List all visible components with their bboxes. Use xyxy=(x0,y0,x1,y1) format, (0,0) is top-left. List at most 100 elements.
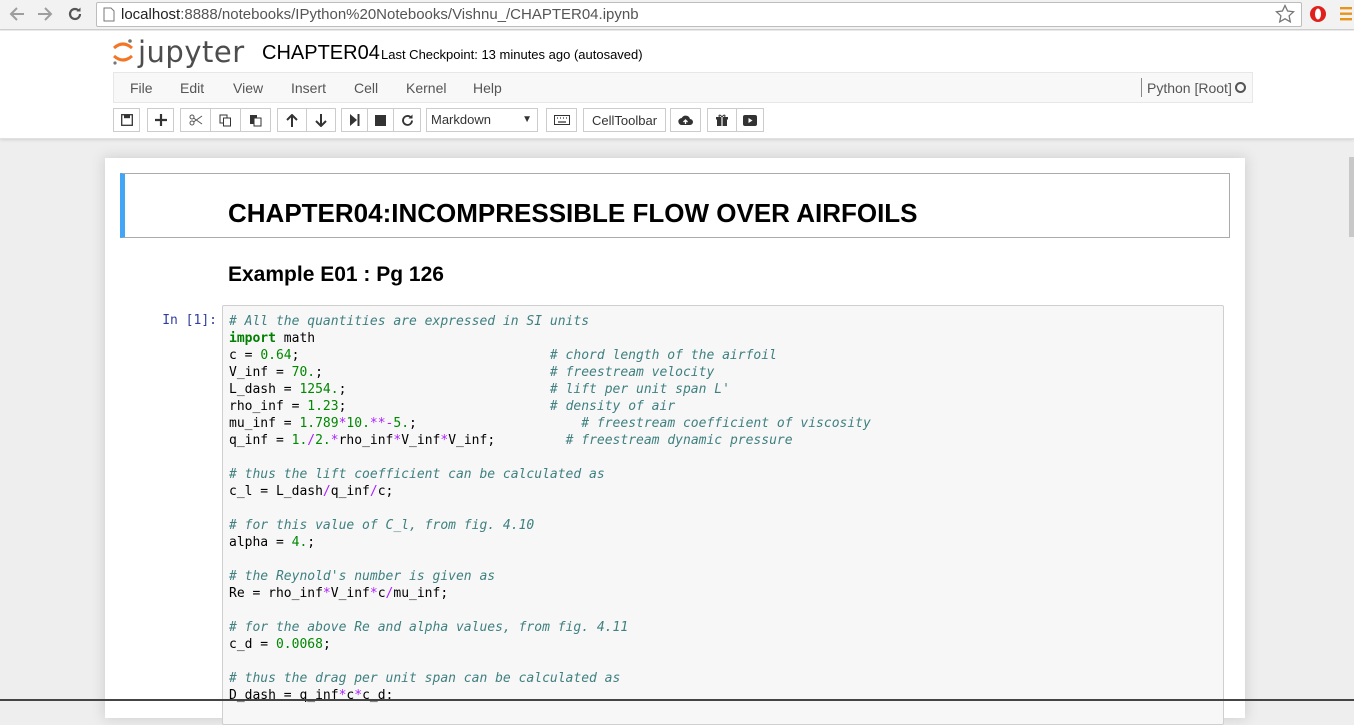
cloud-upload-icon xyxy=(678,115,693,125)
insert-cell-button[interactable] xyxy=(147,108,174,132)
code-token: c_l = L_dash xyxy=(229,484,323,499)
code-token: 0.64 xyxy=(260,348,292,363)
code-token: 1. xyxy=(291,433,308,448)
code-token: # All the quantities are expressed in SI… xyxy=(229,314,590,329)
menu-insert[interactable]: Insert xyxy=(291,80,326,96)
restart-kernel-button[interactable] xyxy=(393,108,421,132)
code-token: ; xyxy=(307,535,316,550)
celltoolbar-button[interactable]: CellToolbar xyxy=(583,108,667,132)
code-token: 0.0068 xyxy=(275,637,323,652)
cell-type-select[interactable]: Markdown ▼ xyxy=(426,108,538,132)
kernel-idle-indicator xyxy=(1235,82,1246,93)
code-token: 5. xyxy=(393,416,410,431)
code-token: * xyxy=(330,433,339,448)
code-token: # freestream coefficient of viscosity xyxy=(581,416,871,431)
code-cell-editor[interactable]: # All the quantities are expressed in SI… xyxy=(222,305,1224,725)
keyboard-icon xyxy=(553,115,570,125)
code-line: # thus the drag per unit span can be cal… xyxy=(229,670,871,687)
menu-cell[interactable]: Cell xyxy=(354,80,378,96)
forward-button[interactable] xyxy=(34,3,56,25)
gift-icon xyxy=(716,114,728,126)
cell-type-value: Markdown xyxy=(431,112,491,127)
reload-button[interactable] xyxy=(64,3,86,25)
code-token: V_inf = xyxy=(229,365,292,380)
code-token: 2. xyxy=(315,433,331,448)
code-token: **- xyxy=(369,416,394,431)
menu-bar: File Edit View Insert Cell Kernel Help P… xyxy=(113,72,1253,103)
opera-icon[interactable] xyxy=(1309,5,1327,23)
back-button[interactable] xyxy=(6,3,28,25)
slideshow-button[interactable] xyxy=(736,108,764,132)
chapter-heading: CHAPTER04:INCOMPRESSIBLE FLOW OVER AIRFO… xyxy=(228,198,918,228)
menu-file[interactable]: File xyxy=(130,80,153,96)
input-prompt: In [1]: xyxy=(162,313,217,328)
command-palette-button[interactable] xyxy=(546,108,577,132)
code-token: * xyxy=(369,586,378,601)
code-token: / xyxy=(322,484,331,499)
code-token: ; xyxy=(322,637,331,652)
jupyter-logo[interactable]: jupyter xyxy=(112,35,245,69)
code-token: # chord length of the airfoil xyxy=(549,348,777,363)
step-forward-icon xyxy=(349,114,359,126)
run-cell-button[interactable] xyxy=(341,108,368,132)
kernel-name[interactable]: Python [Root] xyxy=(1147,80,1232,96)
stop-icon xyxy=(375,114,386,126)
menu-icon[interactable] xyxy=(1340,7,1352,21)
code-line: q_inf = 1./2.*rho_inf*V_inf*V_inf; # fre… xyxy=(229,432,871,449)
url-path: :8888/notebooks/IPython%20Notebooks/Vish… xyxy=(180,6,639,23)
code-token: 70. xyxy=(291,365,316,380)
arrow-right-icon xyxy=(38,7,53,21)
code-line: # thus the lift coefficient can be calcu… xyxy=(229,466,871,483)
interrupt-kernel-button[interactable] xyxy=(367,108,394,132)
menu-kernel[interactable]: Kernel xyxy=(406,80,446,96)
notebook-container: CHAPTER04:INCOMPRESSIBLE FLOW OVER AIRFO… xyxy=(105,158,1245,725)
code-line: L_dash = 1254.; # lift per unit span L' xyxy=(229,381,871,398)
page-icon xyxy=(103,7,115,22)
arrow-up-icon xyxy=(286,113,298,127)
url-text: localhost:8888/notebooks/IPython%20Noteb… xyxy=(121,6,639,23)
code-token: # for the above Re and alpha values, fro… xyxy=(229,620,629,635)
code-lines: # All the quantities are expressed in SI… xyxy=(229,313,871,704)
save-button[interactable] xyxy=(113,108,140,132)
jupyter-logo-text: jupyter xyxy=(138,34,245,69)
arrow-left-icon xyxy=(9,7,24,21)
code-token: ; xyxy=(291,348,550,363)
code-token: q_inf = xyxy=(229,433,292,448)
move-cell-up-button[interactable] xyxy=(277,108,307,132)
code-line: D_dash = q_inf*c*c_d; xyxy=(229,687,871,704)
gift-button[interactable] xyxy=(707,108,737,132)
code-token: V_inf xyxy=(330,586,370,601)
notebook-title[interactable]: CHAPTER04 xyxy=(262,42,380,65)
paste-icon xyxy=(250,114,262,126)
code-token: ; xyxy=(338,399,550,414)
address-bar[interactable]: localhost:8888/notebooks/IPython%20Noteb… xyxy=(96,2,1302,27)
code-token: rho_inf = xyxy=(229,399,308,414)
browser-toolbar: localhost:8888/notebooks/IPython%20Noteb… xyxy=(0,0,1354,30)
code-line: c_l = L_dash/q_inf/c; xyxy=(229,483,871,500)
menu-help[interactable]: Help xyxy=(473,80,502,96)
paste-button[interactable] xyxy=(240,108,271,132)
copy-button[interactable] xyxy=(210,108,241,132)
code-token: c xyxy=(377,586,386,601)
jupyter-logo-icon xyxy=(113,39,133,65)
reload-icon xyxy=(68,7,82,21)
play-circle-icon xyxy=(743,114,757,126)
code-token: # freestream dynamic pressure xyxy=(565,433,793,448)
code-token: * xyxy=(322,586,331,601)
code-token: L_dash = xyxy=(229,382,300,397)
bookmark-star-icon[interactable] xyxy=(1275,4,1295,24)
code-token: * xyxy=(440,433,449,448)
menu-edit[interactable]: Edit xyxy=(180,80,204,96)
code-line: import math xyxy=(229,330,871,347)
code-token: # density of air xyxy=(549,399,676,414)
menu-view[interactable]: View xyxy=(233,80,263,96)
page-scrollbar[interactable] xyxy=(1349,157,1354,237)
cut-button[interactable] xyxy=(180,108,211,132)
publish-button[interactable] xyxy=(670,108,701,132)
jupyter-header: jupyter CHAPTER04 Last Checkpoint: 13 mi… xyxy=(0,31,1354,139)
move-cell-down-button[interactable] xyxy=(306,108,336,132)
